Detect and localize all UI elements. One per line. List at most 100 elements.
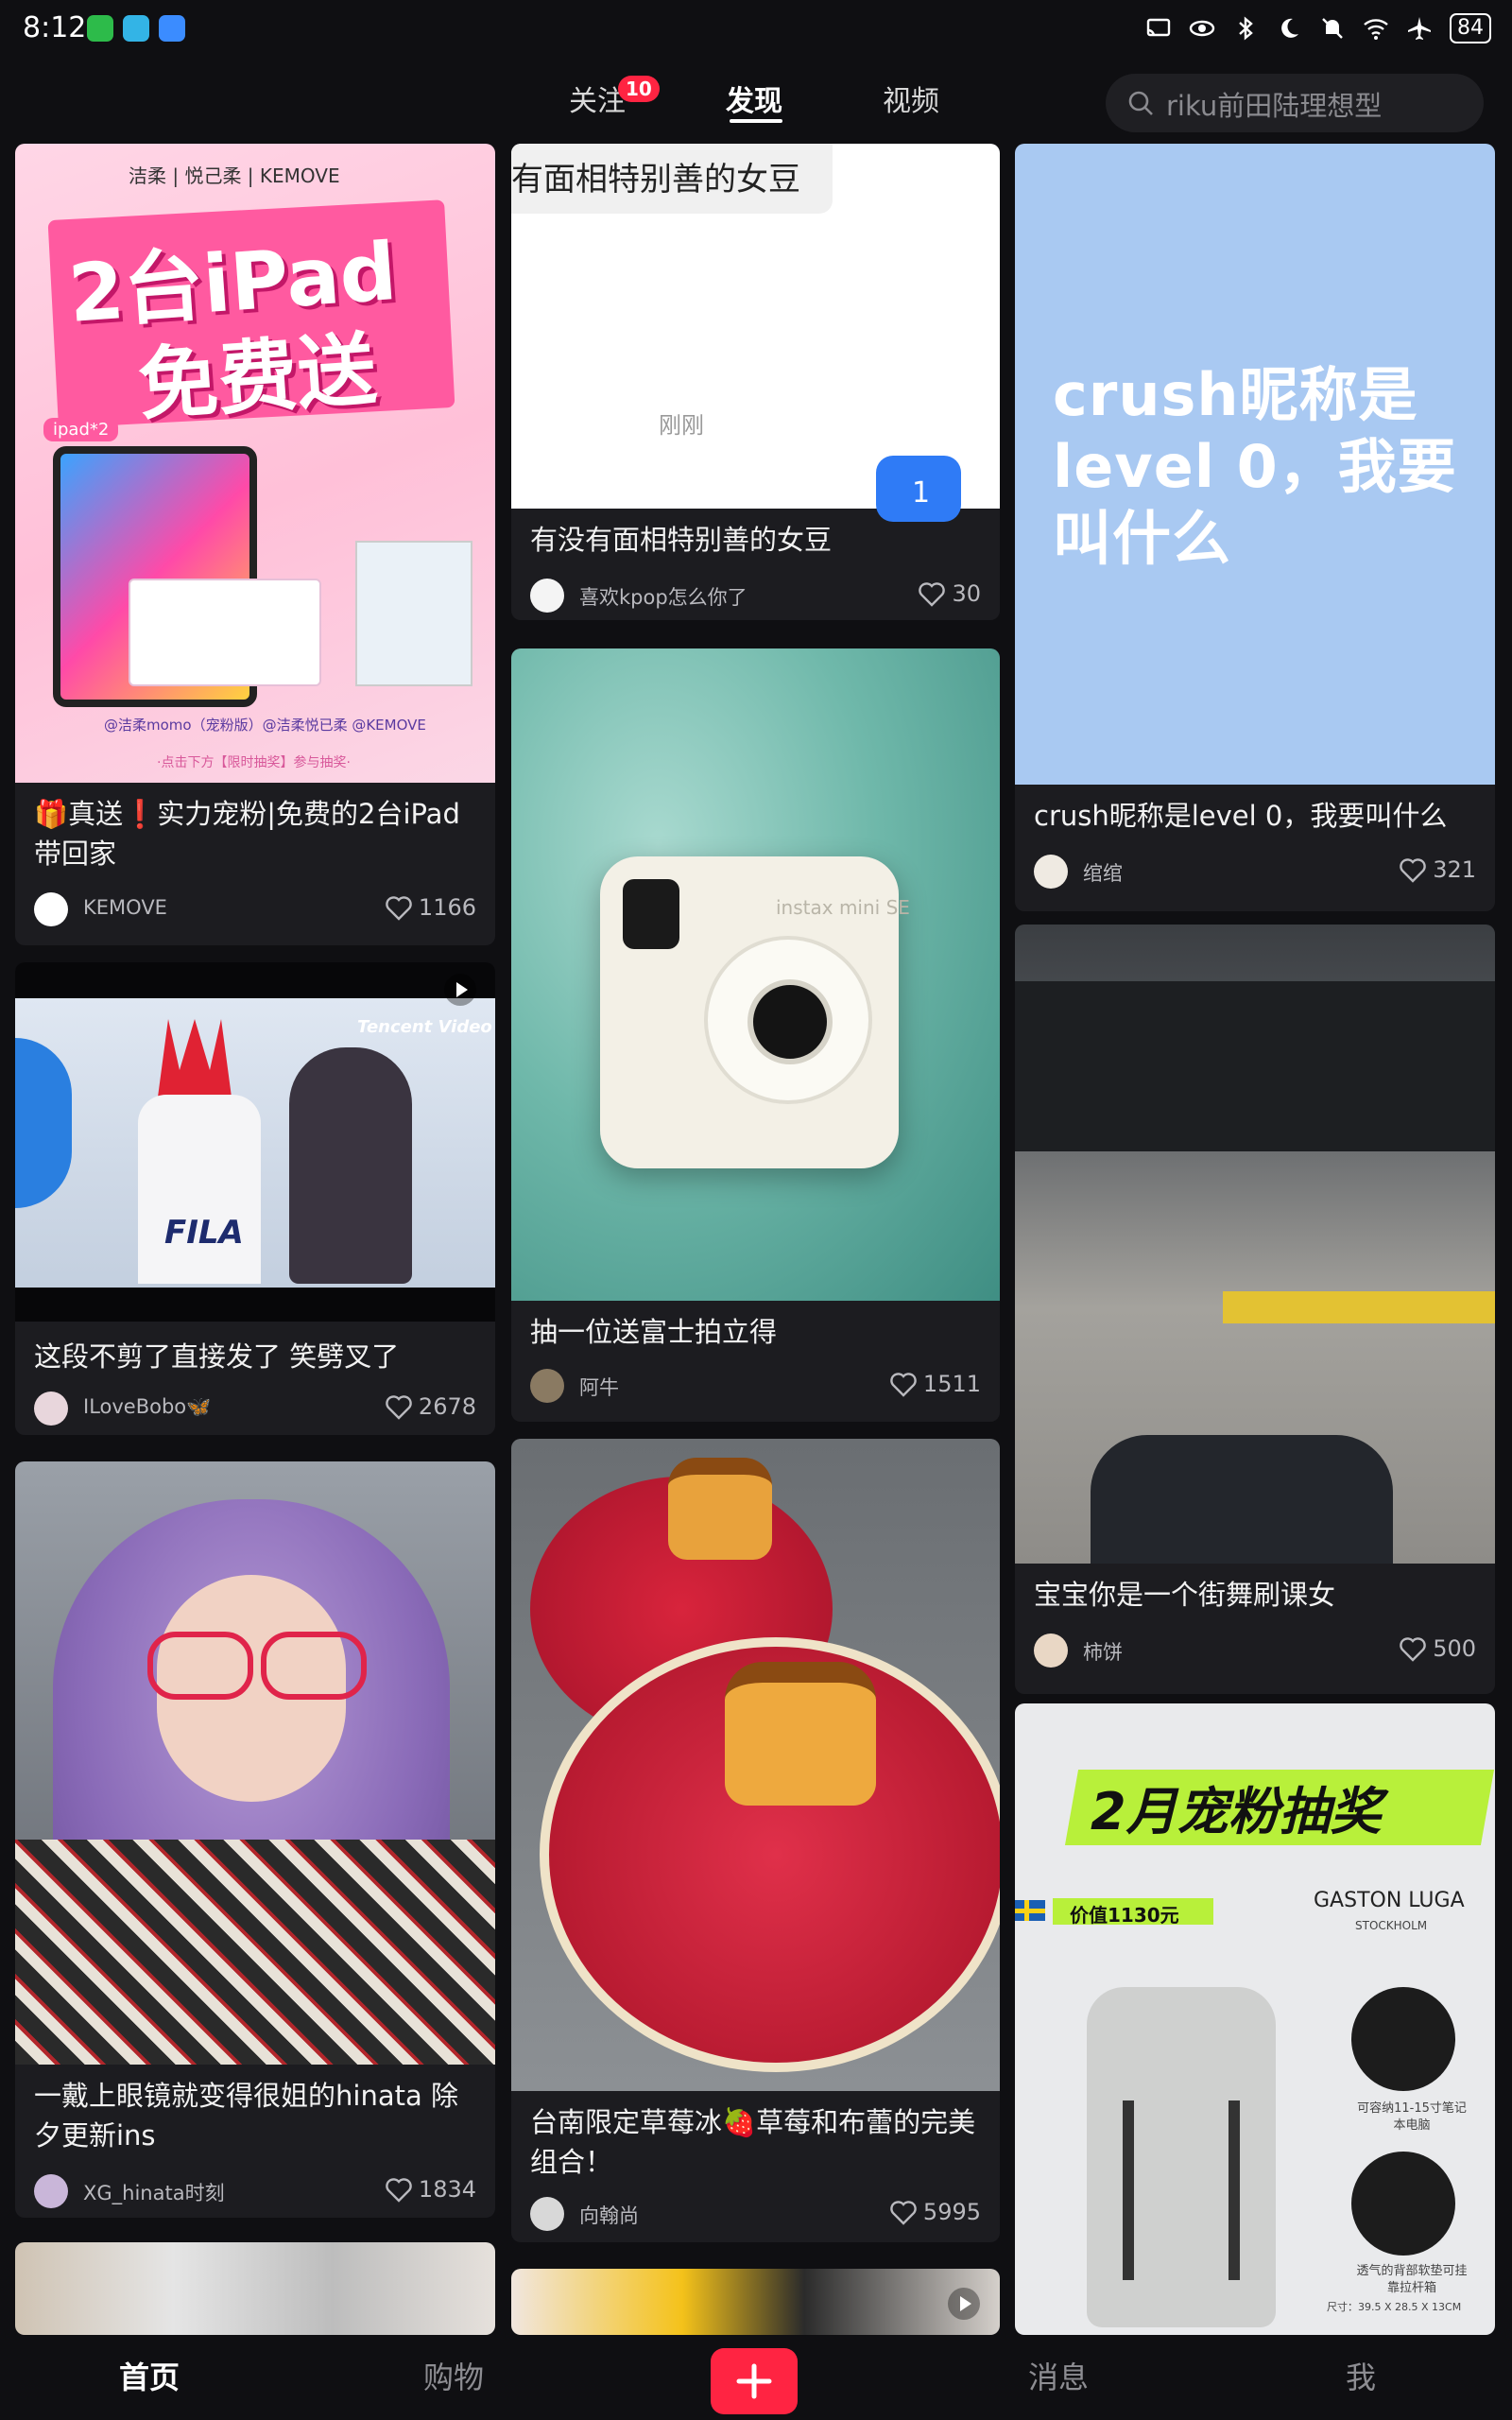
- pudding-back: [668, 1458, 772, 1560]
- headline-free: 免费送: [135, 322, 380, 432]
- backpack-image: [1087, 1987, 1276, 2327]
- card-title: 这段不剪了直接发了 笑劈叉了: [34, 1340, 400, 1373]
- yellow-line: [1223, 1291, 1495, 1323]
- card-title: 有没有面相特别善的女豆: [530, 524, 833, 556]
- like-button[interactable]: 500: [1399, 1635, 1476, 1662]
- author-name[interactable]: 喜欢kpop怎么你了: [579, 582, 747, 611]
- plus-icon: [736, 2363, 772, 2399]
- feed-card[interactable]: 宝宝你是一个街舞刷课女 柿饼 500: [1015, 925, 1495, 1694]
- feed-card[interactable]: [511, 2269, 1000, 2335]
- card-title: 抽一位送富士拍立得: [530, 1316, 778, 1348]
- heart-icon: [386, 896, 412, 921]
- glasses-left: [147, 1632, 253, 1700]
- card-title: 台南限定草莓冰🍓草莓和布蕾的完美组合！: [530, 2106, 976, 2178]
- like-count: 2678: [418, 1393, 476, 1420]
- feed-card[interactable]: [15, 2242, 495, 2335]
- thumb-caption: crush昵称是level 0，我要叫什么: [1053, 360, 1457, 573]
- search-icon: [1128, 91, 1153, 115]
- detail-circle-laptop: [1351, 1987, 1455, 2091]
- battery-level: 84: [1450, 13, 1491, 43]
- like-button[interactable]: 30: [918, 580, 981, 607]
- like-button[interactable]: 1834: [385, 2176, 476, 2203]
- card-thumbnail: FILA Tencent Video: [15, 962, 495, 1322]
- wipes-pack-image: [129, 579, 321, 686]
- card-thumbnail: [15, 1461, 495, 2065]
- avatar[interactable]: [1034, 1634, 1068, 1668]
- feed-card[interactable]: 台南限定草莓冰🍓草莓和布蕾的完美组合！ 向翰尚 5995: [511, 1439, 1000, 2242]
- card-meta: 绾绾 321: [1034, 853, 1476, 890]
- feed-card[interactable]: 有面相特别善的女豆 刚刚 1 有没有面相特别善的女豆 喜欢kpop怎么你了 30: [511, 144, 1000, 620]
- like-button[interactable]: 2678: [385, 1393, 476, 1420]
- author-name[interactable]: XG_hinata时刻: [83, 2178, 225, 2206]
- like-button[interactable]: 1511: [889, 1371, 981, 1397]
- card-title: 宝宝你是一个街舞刷课女: [1034, 1579, 1336, 1611]
- avatar[interactable]: [34, 1392, 68, 1426]
- feed-card[interactable]: FILA Tencent Video 这段不剪了直接发了 笑劈叉了 ILoveB…: [15, 962, 495, 1435]
- ipad-tag: ipad*2: [43, 418, 119, 441]
- nav-shopping[interactable]: 购物: [423, 2354, 484, 2397]
- like-count: 1511: [922, 1371, 981, 1397]
- author-name[interactable]: 柿饼: [1083, 1637, 1123, 1666]
- red-hair: [157, 1019, 232, 1104]
- detail-circle-back: [1351, 2152, 1455, 2256]
- legs: [1091, 1435, 1393, 1564]
- tab-follow[interactable]: 关注: [569, 78, 626, 119]
- feed-card[interactable]: 一戴上眼镜就变得很姐的hinata 除夕更新ins XG_hinata时刻 18…: [15, 1461, 495, 2218]
- like-button[interactable]: 5995: [889, 2199, 981, 2225]
- avatar[interactable]: [34, 2174, 68, 2208]
- author-name[interactable]: 阿牛: [579, 1373, 619, 1401]
- plaid-scarf: [15, 1840, 495, 2065]
- author-name[interactable]: 向翰尚: [579, 2201, 639, 2229]
- cloud-icon: [159, 15, 185, 42]
- thumb-footer: ·点击下方【限时抽奖】参与抽奖·: [157, 755, 351, 770]
- heart-icon: [386, 2178, 412, 2203]
- avatar[interactable]: [530, 2197, 564, 2231]
- avatar[interactable]: [1034, 855, 1068, 889]
- like-button[interactable]: 1166: [385, 894, 476, 921]
- card-title: 🎁真送❗️实力宠粉|免费的2台iPad带回家: [34, 798, 460, 870]
- like-button[interactable]: 321: [1399, 856, 1476, 883]
- heart-icon: [1400, 1637, 1426, 1662]
- feed-card[interactable]: 2月宠粉抽奖 价值1130元 GASTON LUGA STOCKHOLM 可容纳…: [1015, 1703, 1495, 2335]
- tab-discover[interactable]: 发现: [726, 78, 782, 119]
- card-thumbnail: crush昵称是level 0，我要叫什么: [1015, 144, 1495, 785]
- cast-icon: [1146, 18, 1171, 37]
- author-name[interactable]: 绾绾: [1083, 858, 1123, 887]
- create-post-button[interactable]: [711, 2348, 798, 2414]
- like-count: 500: [1433, 1635, 1476, 1662]
- heart-icon: [890, 2201, 917, 2225]
- camera-brand: instax mini SE: [776, 896, 910, 919]
- like-count: 1166: [418, 894, 476, 921]
- avatar[interactable]: [530, 579, 564, 613]
- card-thumbnail: [511, 1439, 1000, 2091]
- card-thumbnail: [511, 2269, 1000, 2335]
- card-title: 一戴上眼镜就变得很姐的hinata 除夕更新ins: [34, 2080, 458, 2152]
- feature-back: 透气的背部软垫可挂靠拉杆箱: [1356, 2264, 1468, 2295]
- feature-laptop: 可容纳11-15寸笔记本电脑: [1357, 2101, 1467, 2133]
- nav-messages[interactable]: 消息: [1028, 2354, 1089, 2397]
- card-meta: 喜欢kpop怎么你了 30: [530, 577, 981, 614]
- status-bar: 8:12 84: [0, 0, 1512, 60]
- like-count: 5995: [922, 2199, 981, 2225]
- search-bar[interactable]: riku前田陆理想型: [1106, 74, 1484, 132]
- nav-home[interactable]: 首页: [119, 2354, 180, 2397]
- like-count: 1834: [418, 2176, 476, 2203]
- account-handles: @洁柔momo（宠粉版）@洁柔悦已柔 @KEMOVE: [104, 717, 426, 734]
- white-shirt: [138, 1095, 261, 1284]
- feed-card[interactable]: 洁柔 | 悦己柔 | KEMOVE 2台iPad 免费送 ipad*2 @洁柔m…: [15, 144, 495, 945]
- avatar[interactable]: [530, 1369, 564, 1403]
- glasses-right: [261, 1632, 367, 1700]
- card-thumbnail: [15, 2242, 495, 2335]
- bluetooth-icon: [1239, 16, 1253, 41]
- card-thumbnail: 洁柔 | 悦己柔 | KEMOVE 2台iPad 免费送 ipad*2 @洁柔m…: [15, 144, 495, 783]
- author-name[interactable]: ILoveBobo🦋: [83, 1395, 211, 1419]
- feed-card[interactable]: instax mini SE 抽一位送富士拍立得 阿牛 1511: [511, 648, 1000, 1422]
- nav-me[interactable]: 我: [1346, 2354, 1376, 2397]
- card-thumbnail: 有面相特别善的女豆 刚刚 1: [511, 144, 1000, 522]
- author-name[interactable]: KEMOVE: [83, 896, 167, 919]
- avatar[interactable]: [34, 892, 68, 926]
- feed-card[interactable]: crush昵称是level 0，我要叫什么 crush昵称是level 0，我要…: [1015, 144, 1495, 911]
- tab-video[interactable]: 视频: [883, 78, 939, 119]
- platform-door: [1015, 981, 1495, 1151]
- search-placeholder: riku前田陆理想型: [1166, 90, 1383, 122]
